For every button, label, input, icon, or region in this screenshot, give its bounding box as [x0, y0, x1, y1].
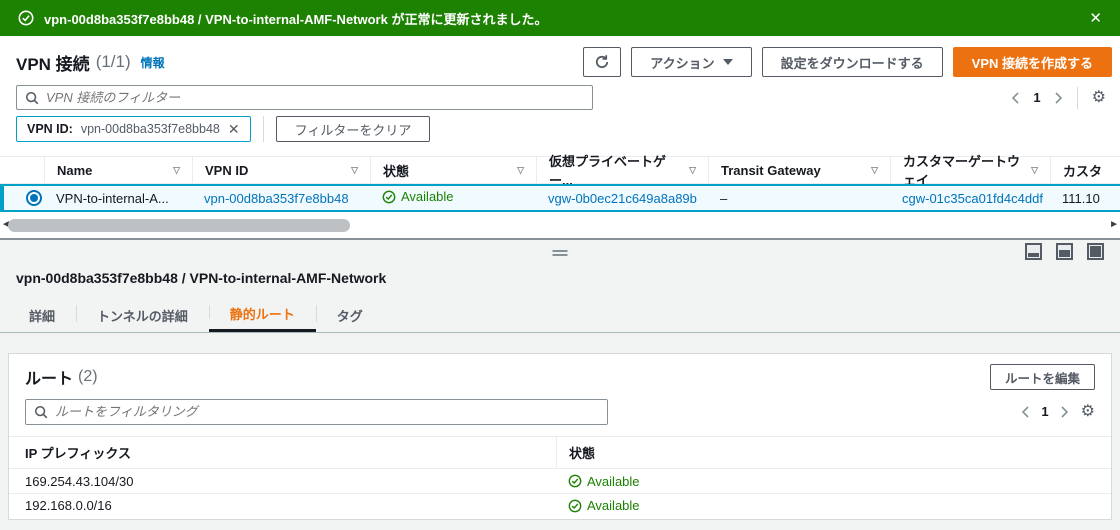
page-title: VPN 接続 [16, 50, 90, 75]
info-link[interactable]: 情報 [141, 54, 165, 71]
column-customer[interactable]: カスタ [1050, 157, 1120, 183]
scrollbar-thumb[interactable] [8, 219, 350, 232]
preferences-gear-icon[interactable]: ⚙ [1081, 404, 1095, 420]
routes-count: (2) [78, 368, 98, 386]
cell-tgw: – [708, 191, 890, 206]
page-next-icon[interactable] [1055, 92, 1063, 104]
sort-icon[interactable]: ▽ [1023, 165, 1038, 176]
page-prev-icon[interactable] [1011, 92, 1019, 104]
tab-tags[interactable]: タグ [316, 298, 384, 332]
filter-chip-label: VPN ID: [27, 122, 73, 136]
scroll-right-icon[interactable]: ► [1109, 219, 1119, 230]
routes-table-header: IP プレフィックス 状態 [9, 436, 1111, 469]
sort-icon[interactable]: ▽ [343, 165, 358, 176]
routes-filter-input[interactable] [55, 404, 599, 419]
routes-pagination: 1 ⚙ [1021, 404, 1095, 420]
create-vpn-button[interactable]: VPN 接続を作成する [953, 47, 1112, 77]
column-state[interactable]: 状態▽ [370, 157, 536, 183]
routes-card: ルート (2) ルートを編集 1 ⚙ [8, 353, 1112, 520]
search-icon [34, 405, 48, 419]
chevron-down-icon [723, 59, 733, 65]
page-count: (1/1) [96, 52, 131, 72]
status-available-icon [568, 474, 582, 488]
tab-details[interactable]: 詳細 [8, 298, 76, 332]
layout-bottom-small-icon[interactable] [1025, 243, 1042, 260]
status-available-icon [382, 190, 396, 204]
filter-chip: VPN ID: vpn-00d8ba353f7e8bb48 ✕ [16, 116, 251, 142]
page-next-icon[interactable] [1061, 406, 1069, 418]
detail-tabs: 詳細 トンネルの詳細 静的ルート タグ [0, 298, 1120, 333]
cell-customer-addr: 111.10 [1050, 191, 1120, 206]
select-all-column [0, 157, 44, 183]
routes-table: IP プレフィックス 状態 169.254.43.104/30 Availabl… [9, 436, 1111, 517]
routes-title: ルート [25, 365, 73, 389]
detail-title: vpn-00d8ba353f7e8bb48 / VPN-to-internal-… [16, 270, 386, 286]
refresh-button[interactable] [583, 47, 621, 77]
selection-bar [0, 184, 4, 212]
vpn-table-row[interactable]: VPN-to-internal-A... vpn-00d8ba353f7e8bb… [0, 184, 1120, 212]
tab-tunnel-details[interactable]: トンネルの詳細 [76, 298, 209, 332]
column-cgw[interactable]: カスタマーゲートウェイ▽ [890, 157, 1050, 183]
panel-drag-handle-icon[interactable] [553, 248, 568, 258]
layout-bottom-half-icon[interactable] [1056, 243, 1073, 260]
sort-icon[interactable]: ▽ [863, 165, 878, 176]
page-number[interactable]: 1 [1033, 90, 1040, 105]
column-state: 状態 [556, 437, 1111, 468]
success-check-icon [18, 10, 34, 26]
sort-icon[interactable]: ▽ [509, 165, 524, 176]
vpn-table-header: Name▽ VPN ID▽ 状態▽ 仮想プライベートゲー...▽ Transit… [0, 156, 1120, 184]
route-state: Available [568, 498, 640, 513]
routes-header: ルート (2) ルートを編集 [9, 354, 1111, 398]
active-filters: VPN ID: vpn-00d8ba353f7e8bb48 ✕ フィルターをクリ… [16, 116, 430, 142]
vpn-pagination: 1 ⚙ [1011, 85, 1106, 110]
page-header: VPN 接続 (1/1) 情報 アクション 設定をダウンロードする VPN 接続… [16, 46, 1112, 78]
column-ip-prefix: IP プレフィックス [9, 443, 556, 462]
page-prev-icon[interactable] [1021, 406, 1029, 418]
search-icon [25, 91, 39, 105]
filter-chip-value: vpn-00d8ba353f7e8bb48 [81, 122, 220, 136]
edit-routes-button[interactable]: ルートを編集 [990, 364, 1095, 390]
route-state: Available [568, 474, 640, 489]
page-number[interactable]: 1 [1041, 404, 1048, 419]
tab-static-routes[interactable]: 静的ルート [209, 298, 316, 332]
download-config-button[interactable]: 設定をダウンロードする [762, 47, 943, 77]
column-name[interactable]: Name▽ [44, 157, 192, 183]
status-available-icon [568, 499, 582, 513]
state-available: Available [382, 189, 454, 204]
vpn-filter-box [16, 85, 593, 110]
vpn-table: Name▽ VPN ID▽ 状態▽ 仮想プライベートゲー...▽ Transit… [0, 156, 1120, 212]
actions-button[interactable]: アクション [631, 47, 751, 77]
routes-filter-box [25, 399, 608, 425]
route-row: 169.254.43.104/30 Available [9, 469, 1111, 493]
divider [263, 116, 264, 142]
divider [1077, 87, 1078, 109]
route-prefix: 192.168.0.0/16 [9, 498, 556, 513]
routes-filter-row: 1 ⚙ [9, 398, 1111, 425]
cell-name: VPN-to-internal-A... [44, 191, 192, 206]
layout-full-icon[interactable] [1087, 243, 1104, 260]
sort-icon[interactable]: ▽ [165, 165, 180, 176]
filter-chip-remove-icon[interactable]: ✕ [228, 121, 240, 138]
success-banner: vpn-00d8ba353f7e8bb48 / VPN-to-internal-… [0, 0, 1120, 36]
column-tgw[interactable]: Transit Gateway▽ [708, 157, 890, 183]
detail-panel: vpn-00d8ba353f7e8bb48 / VPN-to-internal-… [0, 240, 1120, 530]
horizontal-scrollbar[interactable]: ◄ ► [0, 216, 1120, 234]
vpn-id-link[interactable]: vpn-00d8ba353f7e8bb48 [204, 191, 349, 206]
row-radio-selected[interactable] [26, 190, 42, 206]
panel-layout-buttons [1025, 243, 1104, 260]
sort-icon[interactable]: ▽ [681, 165, 696, 176]
clear-filters-button[interactable]: フィルターをクリア [276, 116, 431, 142]
column-vpn-id[interactable]: VPN ID▽ [192, 157, 370, 183]
banner-close-icon[interactable]: ✕ [1089, 9, 1102, 27]
route-row: 192.168.0.0/16 Available [9, 493, 1111, 517]
column-vgw[interactable]: 仮想プライベートゲー...▽ [536, 157, 708, 183]
vgw-link[interactable]: vgw-0b0ec21c649a8a89b [548, 191, 697, 206]
vpn-filter-input[interactable] [46, 90, 584, 105]
banner-message: vpn-00d8ba353f7e8bb48 / VPN-to-internal-… [44, 9, 547, 28]
route-prefix: 169.254.43.104/30 [9, 474, 556, 489]
refresh-icon [594, 54, 610, 70]
vpn-connections-section: VPN 接続 (1/1) 情報 アクション 設定をダウンロードする VPN 接続… [0, 36, 1120, 238]
preferences-gear-icon[interactable]: ⚙ [1092, 90, 1106, 106]
cgw-link[interactable]: cgw-01c35ca01fd4c4ddf [902, 191, 1043, 206]
